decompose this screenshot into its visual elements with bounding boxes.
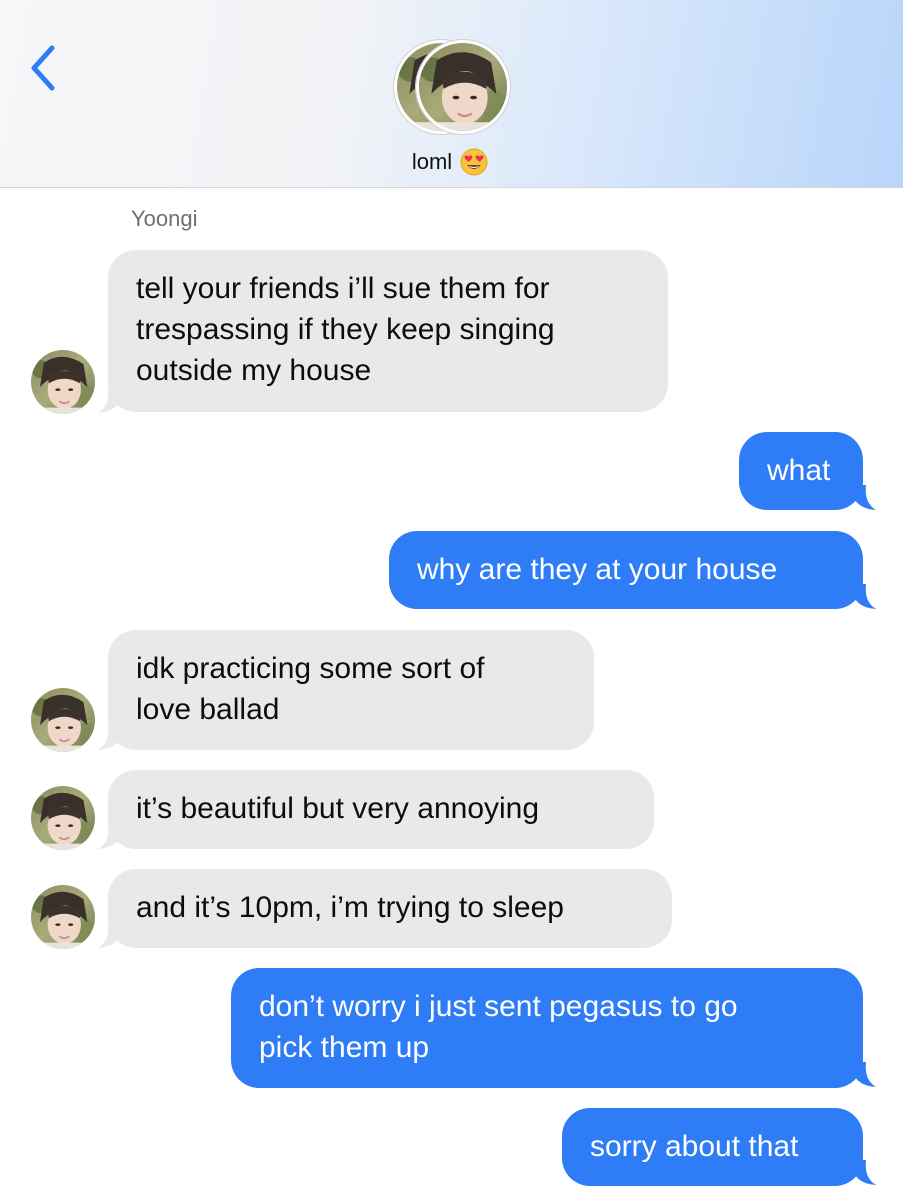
avatar	[31, 786, 95, 850]
avatar	[31, 885, 95, 949]
sender-name: Yoongi	[131, 206, 198, 231]
message-bubble-incoming[interactable]: idk practicing some sort of love ballad	[108, 630, 594, 750]
heart-eyes-emoji-icon	[460, 148, 488, 176]
contact-name[interactable]: loml	[380, 148, 520, 176]
back-button[interactable]	[22, 40, 66, 96]
message-bubble-outgoing[interactable]: sorry about that	[562, 1108, 863, 1186]
message-bubble-outgoing[interactable]: why are they at your house	[389, 531, 863, 609]
message-bubble-incoming[interactable]: and it’s 10pm, i’m trying to sleep	[108, 869, 672, 948]
message-bubble-incoming[interactable]: it’s beautiful but very annoying	[108, 770, 654, 849]
avatar	[31, 688, 95, 752]
contact-name-label: loml	[411, 149, 453, 174]
contact-avatar[interactable]	[394, 40, 510, 134]
conversation-header: loml	[0, 0, 903, 188]
message-bubble-incoming[interactable]: tell your friends i’ll sue them for tres…	[108, 250, 668, 412]
chevron-left-icon	[31, 45, 55, 91]
avatar	[31, 350, 95, 414]
contact-photo-front	[416, 40, 510, 134]
message-bubble-outgoing[interactable]: don’t worry i just sent pegasus to go pi…	[231, 968, 863, 1088]
message-bubble-outgoing[interactable]: what	[739, 432, 863, 510]
